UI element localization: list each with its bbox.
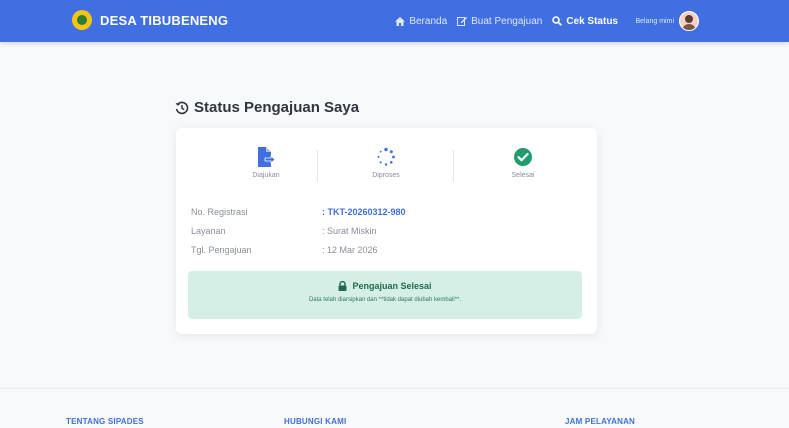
date-label: Tgl. Pengajuan (191, 244, 252, 255)
footer-about-heading: TENTANG SIPADES (66, 417, 144, 426)
info-row-layanan: Layanan : Surat Miskin (191, 221, 406, 240)
alert-title-text: Pengajuan Selesai (352, 281, 432, 291)
status-card: Diajukan Diproses Selesai No. Registrasi… (176, 128, 597, 334)
step-divider (453, 150, 454, 182)
check-circle-icon (514, 148, 532, 166)
nav-cek-status[interactable]: Cek Status (552, 16, 618, 27)
nav-beranda-label: Beranda (409, 15, 448, 27)
avatar[interactable] (679, 11, 699, 31)
completion-alert: Pengajuan Selesai Data telah diarsipkan … (188, 271, 582, 319)
edit-icon (457, 17, 468, 26)
village-logo-icon (72, 10, 92, 30)
step-diajukan-label: Diajukan (252, 172, 280, 179)
page-title: Status Pengajuan Saya (175, 99, 359, 116)
step-diajukan: Diajukan (216, 146, 316, 179)
navbar: DESA TIBUBENENG Beranda Buat Pengajuan C… (0, 0, 789, 42)
step-selesai: Selesai (473, 146, 573, 179)
brand-name: DESA TIBUBENENG (100, 12, 229, 28)
footer-divider (0, 388, 789, 389)
step-diproses-label: Diproses (372, 172, 400, 179)
progress-steps: Diajukan Diproses Selesai (176, 146, 597, 190)
service-label: Layanan (191, 225, 226, 236)
footer-hours-heading: JAM PELAYANAN (565, 417, 636, 426)
alert-text: Data telah diarsipkan dan **tidak dapat … (308, 297, 462, 303)
brand[interactable]: DESA TIBUBENENG (72, 10, 228, 30)
submission-info: No. Registrasi : TKT-20260312-980 Layana… (191, 202, 406, 259)
nav-buat-pengajuan-label: Buat Pengajuan (471, 15, 543, 27)
nav-buat-pengajuan[interactable]: Buat Pengajuan (457, 16, 542, 27)
registration-number: : TKT-20260312-980 (322, 206, 406, 217)
history-icon (175, 101, 189, 114)
step-divider (317, 150, 318, 182)
info-row-tanggal: Tgl. Pengajuan : 12 Mar 2026 (191, 240, 406, 259)
service-value: : Surat Miskin (322, 225, 377, 236)
nav-links: Beranda Buat Pengajuan Cek Status (385, 0, 618, 42)
spinner-icon (377, 147, 395, 166)
home-icon (395, 16, 406, 26)
info-row-registrasi: No. Registrasi : TKT-20260312-980 (191, 202, 406, 221)
nav-beranda[interactable]: Beranda (395, 16, 447, 27)
step-diproses: Diproses (336, 146, 436, 179)
user-menu[interactable]: Belang mimi (635, 0, 699, 42)
footer-contact-heading: HUBUNGI KAMI (284, 417, 347, 426)
alert-title: Pengajuan Selesai (188, 281, 582, 291)
file-arrow-icon (258, 147, 276, 167)
lock-icon (338, 281, 347, 291)
registration-label: No. Registrasi (191, 206, 248, 217)
nav-cek-status-label: Cek Status (566, 15, 618, 27)
search-icon (552, 16, 563, 26)
date-value: : 12 Mar 2026 (322, 244, 378, 255)
user-name: Belang mimi (635, 17, 674, 25)
page-title-text: Status Pengajuan Saya (194, 99, 360, 116)
step-selesai-label: Selesai (511, 172, 535, 179)
